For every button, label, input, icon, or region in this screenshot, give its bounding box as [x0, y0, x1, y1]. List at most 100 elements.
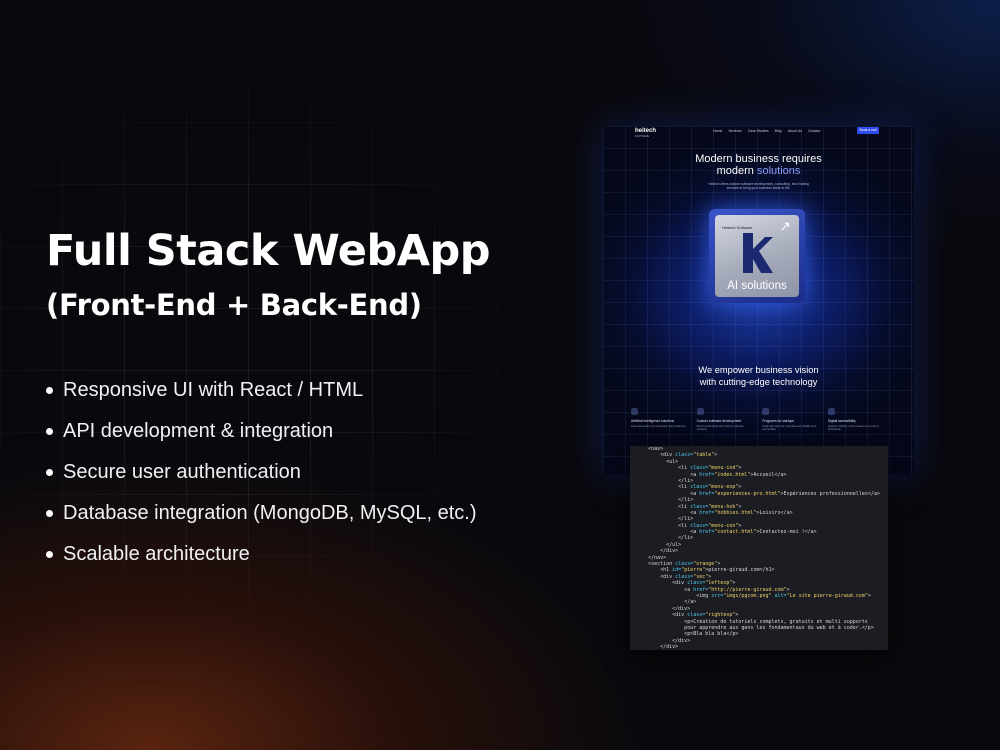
nav-link-services[interactable]: Services — [728, 129, 741, 133]
code-token: </li> — [630, 497, 694, 504]
code-token: <li — [630, 522, 691, 529]
hero-title-plain: modern — [716, 165, 757, 177]
code-token: "menu-con" — [708, 522, 739, 529]
hero-title-line2: modern solutions — [603, 165, 914, 177]
code-token: "sec" — [693, 573, 709, 580]
service-icon — [827, 408, 835, 415]
feature-label: Secure user authentication — [63, 461, 301, 483]
service-desc: Scale fast with our expertise and reliab… — [762, 425, 817, 432]
code-token: > — [714, 452, 718, 459]
code-token: </li> — [630, 535, 694, 542]
feature-item: Scalable architecture — [46, 534, 477, 575]
code-token: <li — [630, 465, 691, 472]
service-card[interactable]: Custom software development Boost produc… — [696, 408, 755, 432]
code-token: class= — [690, 503, 709, 510]
card-label: AI solutions — [727, 280, 787, 292]
service-icon — [762, 408, 770, 415]
code-token: "hobbies.html" — [714, 509, 757, 516]
code-token: <a — [630, 509, 700, 516]
code-token: > — [738, 465, 742, 472]
code-token: </li> — [630, 516, 694, 523]
code-token: "leftexp" — [705, 580, 733, 587]
code-token: href= — [699, 509, 715, 516]
service-desc: Expand visibility, and increase conversi… — [827, 425, 879, 432]
code-token: </a> — [630, 599, 697, 606]
card-brand: Heitech Software — [722, 225, 753, 230]
service-title: Artificial Intelligence solutions — [631, 419, 675, 423]
service-desc: Boost productivity with custom software … — [696, 425, 744, 432]
feature-label: API development & integration — [63, 420, 334, 442]
code-token: > — [786, 586, 790, 593]
code-token: "menu-hob" — [708, 503, 739, 510]
nav-link-blog[interactable]: Blog — [775, 129, 782, 133]
code-token: "http://pierre-giraud.com" — [708, 586, 787, 593]
mockup-mission: We empower business vision with cutting-… — [603, 364, 914, 388]
mission-line1: We empower business vision — [698, 365, 819, 375]
feature-item: Secure user authentication — [46, 452, 477, 493]
mission-line2: with cutting-edge technology — [699, 377, 818, 387]
code-token: > — [738, 522, 742, 529]
headline: Full Stack WebApp — [46, 226, 491, 276]
code-token: class= — [690, 522, 709, 529]
bullet-icon — [46, 551, 53, 558]
mockup-services: Artificial Intelligence solutions Automa… — [631, 408, 886, 432]
feature-item: API development & integration — [46, 411, 477, 452]
mockup-navbar: heitech SOFTWARE Home Services Case Stud… — [603, 126, 914, 138]
code-token: </ul> — [630, 541, 682, 548]
code-token: <div — [630, 573, 676, 580]
mockup-nav-links: Home Services Case Studies Blog About Us… — [713, 129, 820, 133]
feature-label: Database integration (MongoDB, MySQL, et… — [63, 502, 477, 524]
hero-title-line1: Modern business requires — [695, 153, 822, 165]
ai-solutions-card[interactable]: Heitech Software ↗ AI solutions — [709, 209, 805, 303]
mockup-logo[interactable]: heitech — [635, 128, 656, 134]
code-token: > — [717, 561, 721, 568]
code-token: </li> — [630, 477, 694, 484]
code-token: "contact.html" — [714, 529, 757, 536]
code-token: > — [738, 484, 742, 491]
code-token: <p>Création de tutoriels complets, gratu… — [630, 618, 868, 625]
service-title: Digital accessibility — [827, 419, 856, 423]
service-title: Programs for startups — [762, 419, 795, 423]
code-token: >Accueil</a> — [750, 471, 787, 478]
code-token: "Le site pierre-giraud.com" — [786, 592, 868, 599]
code-token: <p>Bla bla bla</p> — [630, 631, 739, 638]
code-editor-panel: <nav> <div class="table"> <ul> <li class… — [630, 446, 888, 650]
mockup-logo-subtitle: SOFTWARE — [635, 135, 650, 138]
code-token: class= — [675, 573, 694, 580]
code-token: >Loisirs</a> — [756, 509, 793, 516]
code-line: </div> — [630, 644, 888, 650]
code-token: >Expériences professionnelles</a> — [780, 490, 880, 497]
code-token: href= — [699, 529, 715, 536]
mockup-hero-title: Modern business requires modern solution… — [603, 153, 914, 177]
book-call-button[interactable]: Book a call — [857, 127, 879, 134]
nav-link-home[interactable]: Home — [713, 129, 722, 133]
bullet-icon — [46, 469, 53, 476]
code-token: href= — [699, 490, 715, 497]
code-token: </div> — [630, 637, 691, 644]
service-desc: Automate tasks and streamline your busin… — [631, 425, 686, 428]
code-token: "table" — [693, 452, 715, 459]
code-token: alt= — [774, 592, 787, 599]
code-token: class= — [675, 561, 694, 568]
service-card[interactable]: Digital accessibility Expand visibility,… — [827, 408, 886, 432]
code-token: <a — [630, 586, 694, 593]
nav-link-case-studies[interactable]: Case Studies — [748, 129, 769, 133]
code-token: class= — [687, 580, 706, 587]
code-token: "menu-exp" — [708, 484, 739, 491]
bullet-icon — [46, 510, 53, 517]
hero-title-accent: solutions — [756, 165, 801, 177]
code-token: </div> — [630, 644, 679, 650]
service-card[interactable]: Programs for startups Scale fast with ou… — [762, 408, 820, 432]
website-mockup: heitech SOFTWARE Home Services Case Stud… — [603, 126, 914, 475]
code-token: > — [735, 612, 739, 619]
feature-item: Responsive UI with React / HTML — [46, 370, 477, 411]
code-token: "orange" — [693, 561, 718, 568]
code-token: class= — [675, 452, 694, 459]
nav-link-contact[interactable]: Contact — [808, 129, 820, 133]
code-token: <h1 — [630, 567, 673, 574]
service-card[interactable]: Artificial Intelligence solutions Automa… — [631, 408, 689, 432]
bullet-icon — [46, 387, 53, 394]
nav-link-about[interactable]: About Us — [788, 129, 802, 133]
code-token: <div — [630, 452, 676, 459]
code-token: > — [867, 592, 871, 599]
